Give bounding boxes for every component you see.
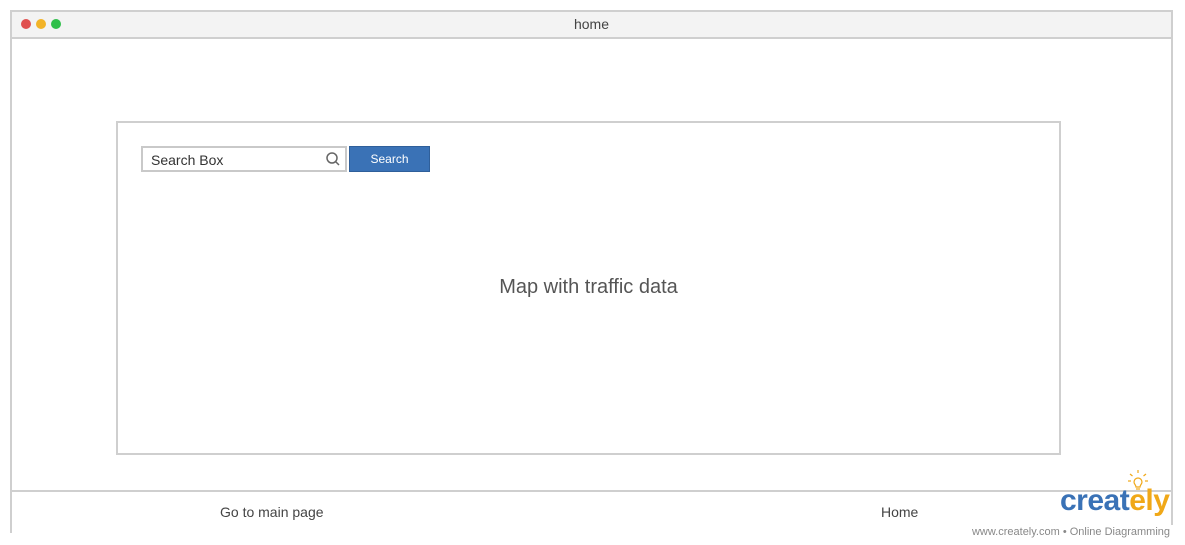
search-icon[interactable] bbox=[325, 151, 341, 167]
search-input-text: Search Box bbox=[151, 152, 224, 168]
home-link[interactable]: Home bbox=[881, 504, 918, 520]
window-title: home bbox=[573, 16, 610, 32]
go-to-main-page-link[interactable]: Go to main page bbox=[220, 504, 324, 520]
title-bar: home bbox=[12, 12, 1171, 39]
watermark-text: www.creately.com • Online Diagramming bbox=[946, 525, 1176, 541]
logo-wordmark-main: creat bbox=[1060, 484, 1130, 517]
search-button[interactable]: Search bbox=[349, 146, 430, 172]
map-placeholder-label: Map with traffic data bbox=[499, 276, 678, 298]
logo-wordmark-accent: ely bbox=[1129, 484, 1170, 517]
logo-wordmark: creately bbox=[1060, 484, 1170, 518]
creately-logo: creately bbox=[1058, 470, 1178, 530]
map-panel[interactable]: Search Box Search Map with traffic data bbox=[116, 121, 1061, 455]
search-input[interactable]: Search Box bbox=[141, 146, 347, 172]
browser-window: home Search Box Search Map with traffic … bbox=[10, 10, 1173, 533]
